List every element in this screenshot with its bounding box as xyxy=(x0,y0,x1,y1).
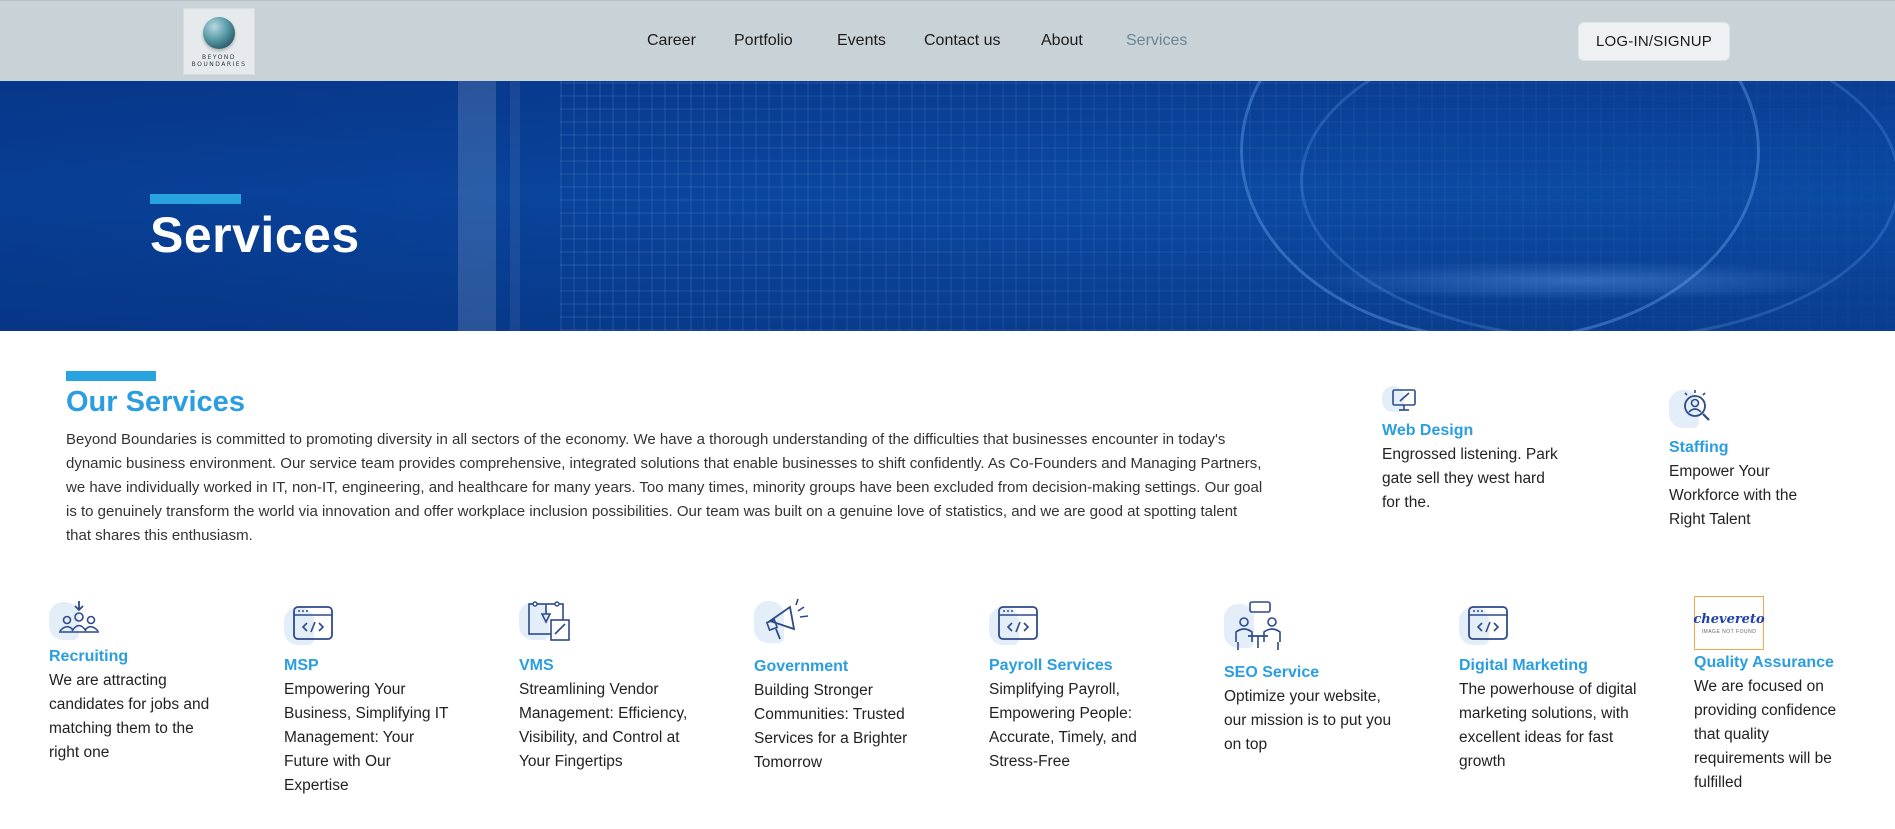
service-card-staffing[interactable]: Staffing Empower Your Workforce with the… xyxy=(1669,384,1829,532)
service-title: Quality Assurance xyxy=(1694,654,1834,671)
recruiting-team-icon xyxy=(49,598,109,646)
service-desc: Empowering Your Business, Simplifying IT… xyxy=(284,681,449,794)
service-desc: We are attracting candidates for jobs an… xyxy=(49,672,210,761)
service-card-vms[interactable]: VMS Streamlining Vendor Management: Effi… xyxy=(519,598,709,774)
code-window-icon xyxy=(284,601,344,655)
service-desc: Engrossed listening. Park gate sell they… xyxy=(1382,446,1558,511)
service-card-msp[interactable]: MSP Empowering Your Business, Simplifyin… xyxy=(284,601,464,798)
service-title: Web Design xyxy=(1382,422,1474,439)
service-title: Digital Marketing xyxy=(1459,657,1588,674)
service-desc: Empower Your Workforce with the Right Ta… xyxy=(1669,463,1798,528)
nav-item-portfolio[interactable]: Portfolio xyxy=(734,32,793,50)
section-title: Our Services xyxy=(66,386,245,418)
hero-accent-bar xyxy=(150,194,241,204)
service-title: Payroll Services xyxy=(989,657,1113,674)
section-accent-bar xyxy=(66,371,156,381)
code-window-icon xyxy=(1459,601,1519,655)
service-title: SEO Service xyxy=(1224,664,1320,681)
nav-item-contact-us[interactable]: Contact us xyxy=(924,32,1000,50)
brand-logo[interactable]: BEYOND BOUNDARIES xyxy=(183,8,255,75)
placeholder-brand: chevereto xyxy=(1693,611,1765,627)
design-tools-icon xyxy=(519,598,579,655)
image-not-found-placeholder: chevereto IMAGE NOT FOUND xyxy=(1693,596,1765,650)
section-description: Beyond Boundaries is committed to promot… xyxy=(66,431,1263,544)
service-desc: We are focused on providing confidence t… xyxy=(1694,678,1837,791)
page-title: Services xyxy=(150,207,360,263)
service-card-government[interactable]: Government Building Stronger Communities… xyxy=(754,597,944,775)
monitor-design-icon xyxy=(1382,384,1442,420)
code-window-icon xyxy=(989,601,1049,655)
service-title: MSP xyxy=(284,657,319,674)
logo-text: BEYOND BOUNDARIES xyxy=(191,54,247,68)
megaphone-icon xyxy=(754,597,814,656)
placeholder-sub: IMAGE NOT FOUND xyxy=(1701,628,1757,635)
service-title: VMS xyxy=(519,657,554,674)
service-title: Staffing xyxy=(1669,439,1729,456)
service-desc: The powerhouse of digital marketing solu… xyxy=(1459,681,1637,770)
service-desc: Optimize your website, our mission is to… xyxy=(1224,688,1392,753)
service-card-digital-marketing[interactable]: Digital Marketing The powerhouse of digi… xyxy=(1459,601,1659,774)
login-signup-button[interactable]: LOG-IN/SIGNUP xyxy=(1578,22,1730,61)
service-title: Government xyxy=(754,658,849,675)
service-card-recruiting[interactable]: Recruiting We are attracting candidates … xyxy=(49,598,239,765)
nav-item-career[interactable]: Career xyxy=(647,32,696,50)
service-card-quality-assurance[interactable]: chevereto IMAGE NOT FOUND Quality Assura… xyxy=(1693,596,1884,795)
service-desc: Simplifying Payroll, Empowering People: … xyxy=(989,681,1137,770)
service-title: Recruiting xyxy=(49,648,129,665)
service-card-payroll-services[interactable]: Payroll Services Simplifying Payroll, Em… xyxy=(989,601,1179,774)
service-desc: Building Stronger Communities: Trusted S… xyxy=(754,682,908,771)
service-card-seo-service[interactable]: SEO Service Optimize your website, our m… xyxy=(1224,600,1414,757)
service-card-web-design[interactable]: Web Design Engrossed listening. Park gat… xyxy=(1382,384,1572,515)
top-navbar: BEYOND BOUNDARIES Career Portfolio Event… xyxy=(0,0,1895,81)
nav-item-services[interactable]: Services xyxy=(1126,32,1187,50)
nav-item-about[interactable]: About xyxy=(1041,32,1083,50)
nav-item-events[interactable]: Events xyxy=(837,32,886,50)
staffing-search-icon xyxy=(1669,384,1729,437)
meeting-people-icon xyxy=(1224,600,1284,662)
globe-logo-icon xyxy=(203,17,235,49)
service-desc: Streamlining Vendor Management: Efficien… xyxy=(519,681,688,770)
